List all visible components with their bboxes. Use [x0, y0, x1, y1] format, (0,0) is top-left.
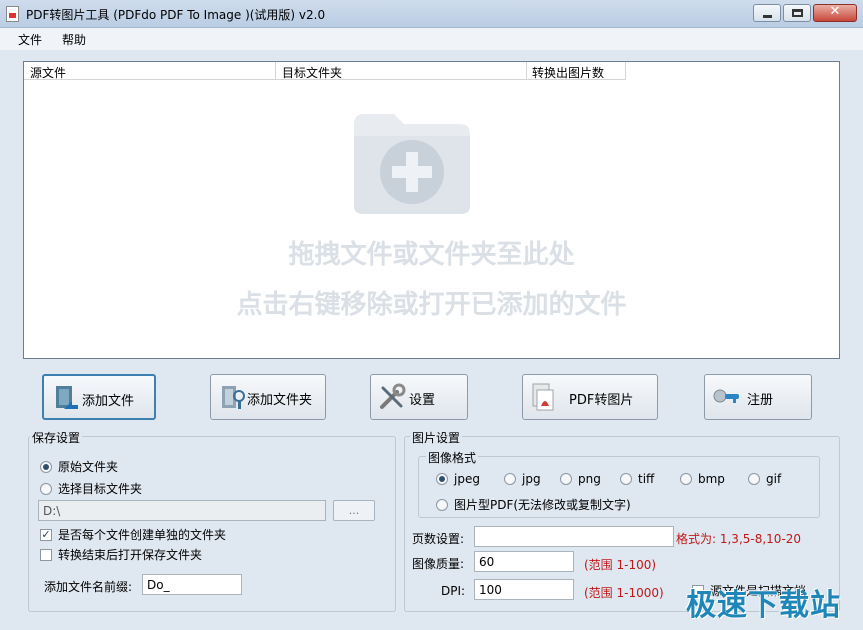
site-watermark: 极速下载站 — [686, 588, 841, 623]
column-separator — [625, 62, 626, 80]
add-folder-placeholder-icon — [354, 114, 470, 214]
format-gif-radio[interactable]: gif — [748, 472, 781, 486]
checkbox-icon[interactable] — [40, 548, 52, 561]
menu-file[interactable]: 文件 — [18, 31, 42, 48]
radio-original-folder[interactable]: 原始文件夹 — [40, 458, 118, 475]
pages-input[interactable] — [474, 526, 674, 547]
dpi-range-hint: (范围 1-1000) — [584, 586, 664, 600]
separate-folder-label: 是否每个文件创建单独的文件夹 — [58, 528, 227, 542]
format-gif-label: gif — [766, 472, 782, 486]
radio-dot[interactable] — [560, 473, 572, 485]
target-path-field[interactable]: D:\ — [38, 500, 326, 521]
pages-format-hint: 格式为: 1,3,5-8,10-20 — [676, 532, 802, 546]
image-settings-title: 图片设置 — [410, 429, 463, 446]
save-settings-title: 保存设置 — [30, 429, 83, 446]
window-title: PDF转图片工具 (PDFdo PDF To Image )(试用版) v2.0 — [26, 8, 326, 22]
register-label: 注册 — [747, 393, 774, 408]
format-png-radio[interactable]: png — [560, 472, 601, 486]
format-png-label: png — [578, 472, 601, 486]
quality-input[interactable]: 60 — [474, 551, 574, 572]
pdf-to-image-label: PDF转图片 — [569, 393, 634, 408]
drop-hint: 拖拽文件或文件夹至此处 — [288, 240, 575, 270]
title-bar[interactable]: PDF转图片工具 (PDFdo PDF To Image )(试用版) v2.0… — [0, 0, 863, 28]
column-separator — [275, 62, 276, 80]
key-icon — [713, 389, 739, 403]
pages-label: 页数设置: — [412, 532, 465, 546]
radio-original-folder-label: 原始文件夹 — [58, 460, 119, 474]
maximize-button[interactable] — [783, 4, 811, 22]
column-source-file[interactable]: 源文件 — [30, 64, 66, 81]
maximize-icon — [792, 9, 803, 17]
image-pdf-label: 图片型PDF(无法修改或复制文字) — [454, 498, 631, 512]
app-pdf-icon — [6, 6, 19, 22]
close-button[interactable]: ✕ — [813, 4, 857, 22]
register-button[interactable]: 注册 — [704, 374, 812, 420]
settings-button[interactable]: 设置 — [370, 374, 468, 420]
file-list-dropzone[interactable]: 源文件 目标文件夹 转换出图片数 拖拽文件或文件夹至此处 点击右键移除或打开已添… — [23, 61, 840, 359]
format-tiff-radio[interactable]: tiff — [620, 472, 654, 486]
radio-dot[interactable] — [40, 482, 52, 495]
format-jpg-label: jpg — [522, 472, 541, 486]
checkbox-checked-icon[interactable]: ✓ — [40, 528, 52, 541]
settings-label: 设置 — [409, 393, 436, 408]
quality-label: 图像质量: — [412, 557, 465, 571]
quality-range-hint: (范围 1-100) — [584, 558, 657, 572]
open-after-checkbox[interactable]: 转换结束后打开保存文件夹 — [40, 546, 202, 563]
add-folder-button[interactable]: 添加文件夹 — [210, 374, 326, 420]
radio-dot[interactable] — [436, 498, 448, 511]
radio-target-folder-label: 选择目标文件夹 — [58, 482, 143, 496]
format-jpeg-radio[interactable]: jpeg — [436, 472, 480, 486]
context-menu-hint: 点击右键移除或打开已添加的文件 — [236, 290, 627, 320]
radio-dot[interactable] — [748, 473, 760, 485]
column-separator — [526, 62, 527, 80]
pdf-to-image-button[interactable]: PDF转图片 — [522, 374, 658, 420]
pdf-document-icon — [532, 383, 554, 411]
separate-folder-checkbox[interactable]: ✓ 是否每个文件创建单独的文件夹 — [40, 526, 226, 543]
dpi-label: DPI: — [441, 584, 466, 598]
format-tiff-label: tiff — [638, 472, 655, 486]
column-target-folder[interactable]: 目标文件夹 — [282, 64, 342, 81]
prefix-label: 添加文件名前缀: — [44, 580, 133, 594]
format-jpg-radio[interactable]: jpg — [504, 472, 541, 486]
menu-help[interactable]: 帮助 — [62, 31, 86, 48]
open-after-label: 转换结束后打开保存文件夹 — [58, 548, 203, 562]
browse-button[interactable]: ... — [333, 500, 375, 521]
minimize-icon — [763, 15, 772, 18]
add-folder-label: 添加文件夹 — [247, 393, 313, 408]
add-file-button[interactable]: 添加文件 — [42, 374, 156, 420]
column-image-count[interactable]: 转换出图片数 — [532, 64, 604, 81]
format-bmp-label: bmp — [698, 472, 725, 486]
menu-bar: 文件 帮助 — [0, 28, 863, 50]
radio-target-folder[interactable]: 选择目标文件夹 — [40, 480, 142, 497]
add-file-label: 添加文件 — [82, 394, 135, 409]
tools-icon — [380, 383, 406, 409]
window-controls: ✕ — [753, 4, 857, 22]
image-format-title: 图像格式 — [426, 449, 479, 466]
radio-dot[interactable] — [40, 460, 52, 473]
list-header: 源文件 目标文件夹 转换出图片数 — [24, 62, 626, 80]
dpi-input[interactable]: 100 — [474, 579, 574, 600]
prefix-input[interactable]: Do_ — [142, 574, 242, 595]
radio-dot[interactable] — [504, 473, 516, 485]
radio-dot[interactable] — [436, 473, 448, 485]
radio-dot[interactable] — [680, 473, 692, 485]
close-icon: ✕ — [829, 4, 841, 19]
add-folder-icon — [222, 386, 245, 409]
format-jpeg-label: jpeg — [454, 472, 480, 486]
image-pdf-radio[interactable]: 图片型PDF(无法修改或复制文字) — [436, 496, 631, 513]
radio-dot[interactable] — [620, 473, 632, 485]
add-file-icon — [56, 386, 78, 409]
minimize-button[interactable] — [753, 4, 781, 22]
format-bmp-radio[interactable]: bmp — [680, 472, 725, 486]
